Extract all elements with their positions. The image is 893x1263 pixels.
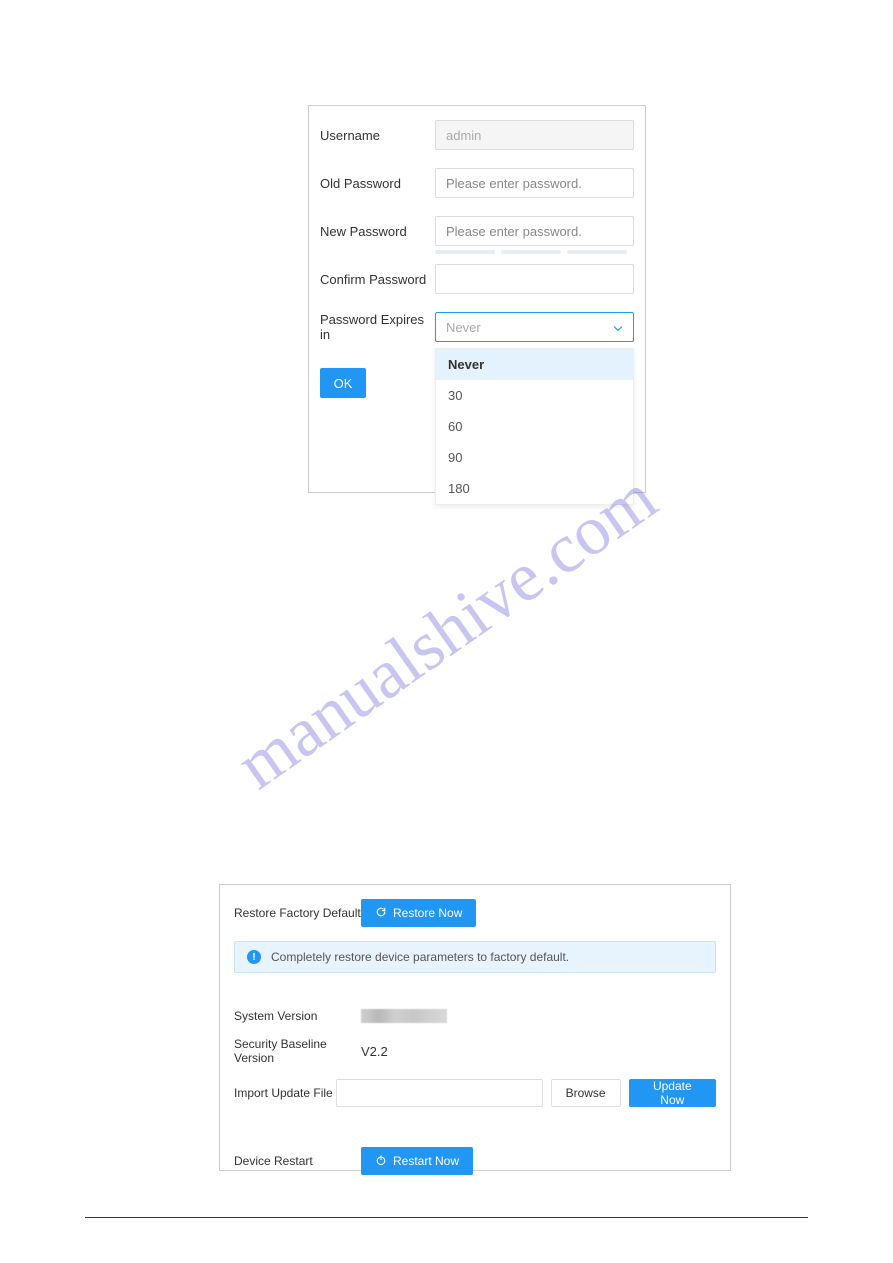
confirm-password-input[interactable] bbox=[435, 264, 634, 294]
username-label: Username bbox=[317, 128, 435, 143]
import-update-row: Import Update File Browse Update Now bbox=[234, 1079, 716, 1107]
security-baseline-label: Security Baseline Version bbox=[234, 1037, 361, 1065]
system-version-value bbox=[361, 1009, 447, 1023]
import-file-input[interactable] bbox=[336, 1079, 543, 1107]
expires-label: Password Expires in bbox=[317, 312, 435, 342]
browse-button[interactable]: Browse bbox=[551, 1079, 621, 1107]
old-password-label: Old Password bbox=[317, 176, 435, 191]
password-strength-bars bbox=[435, 250, 645, 254]
security-baseline-value: V2.2 bbox=[361, 1044, 388, 1059]
power-icon bbox=[375, 1154, 387, 1169]
expires-dropdown: Never 30 60 90 180 bbox=[435, 348, 634, 505]
refresh-icon bbox=[375, 906, 387, 921]
strength-bar-1 bbox=[435, 250, 495, 254]
update-now-button[interactable]: Update Now bbox=[629, 1079, 716, 1107]
username-row: Username bbox=[309, 120, 645, 150]
restore-button-label: Restore Now bbox=[393, 906, 462, 920]
confirm-password-row: Confirm Password bbox=[309, 264, 645, 294]
expires-option-90[interactable]: 90 bbox=[436, 442, 633, 473]
expires-selected-value: Never bbox=[446, 320, 481, 335]
chevron-down-icon bbox=[613, 320, 623, 335]
username-input bbox=[435, 120, 634, 150]
expires-option-180[interactable]: 180 bbox=[436, 473, 633, 504]
system-version-row: System Version bbox=[234, 1009, 716, 1023]
restart-now-button[interactable]: Restart Now bbox=[361, 1147, 473, 1175]
info-banner: ! Completely restore device parameters t… bbox=[234, 941, 716, 973]
expires-option-30[interactable]: 30 bbox=[436, 380, 633, 411]
system-panel: Restore Factory Default Restore Now ! Co… bbox=[219, 884, 731, 1171]
info-icon: ! bbox=[247, 950, 261, 964]
restart-row: Device Restart Restart Now bbox=[234, 1147, 716, 1175]
old-password-row: Old Password bbox=[309, 168, 645, 198]
new-password-input[interactable] bbox=[435, 216, 634, 246]
info-message: Completely restore device parameters to … bbox=[271, 950, 569, 964]
restart-label: Device Restart bbox=[234, 1154, 361, 1168]
new-password-row: New Password bbox=[309, 216, 645, 246]
expires-option-60[interactable]: 60 bbox=[436, 411, 633, 442]
new-password-label: New Password bbox=[317, 224, 435, 239]
restart-button-label: Restart Now bbox=[393, 1154, 459, 1168]
restore-label: Restore Factory Default bbox=[234, 906, 361, 920]
expires-option-never[interactable]: Never bbox=[436, 349, 633, 380]
expires-select[interactable]: Never bbox=[435, 312, 634, 342]
old-password-input[interactable] bbox=[435, 168, 634, 198]
expires-row: Password Expires in Never Never 30 60 90… bbox=[309, 312, 645, 342]
restore-row: Restore Factory Default Restore Now bbox=[234, 899, 716, 927]
confirm-password-label: Confirm Password bbox=[317, 272, 435, 287]
password-form-panel: Username Old Password New Password Confi… bbox=[308, 105, 646, 493]
strength-bar-2 bbox=[501, 250, 561, 254]
watermark-text: manualshive.com bbox=[222, 458, 671, 806]
strength-bar-3 bbox=[567, 250, 627, 254]
security-baseline-row: Security Baseline Version V2.2 bbox=[234, 1037, 716, 1065]
system-version-label: System Version bbox=[234, 1009, 361, 1023]
restore-now-button[interactable]: Restore Now bbox=[361, 899, 476, 927]
ok-button[interactable]: OK bbox=[320, 368, 366, 398]
footer-divider bbox=[85, 1217, 808, 1218]
import-update-label: Import Update File bbox=[234, 1086, 336, 1100]
